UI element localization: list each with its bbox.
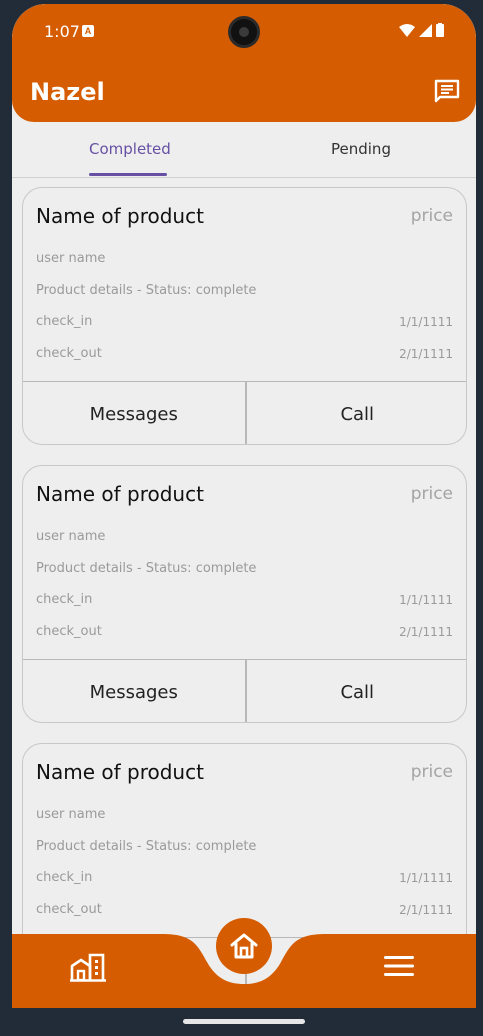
check-out-label: check_out bbox=[36, 346, 102, 361]
chat-icon[interactable] bbox=[434, 79, 460, 103]
check-out-value: 2/1/1111 bbox=[399, 347, 453, 361]
screen: 1:07 A Nazel Completed Pending Name of p… bbox=[12, 4, 476, 1008]
front-camera bbox=[228, 16, 260, 48]
menu-icon[interactable] bbox=[384, 954, 414, 978]
signal-icon bbox=[419, 23, 432, 37]
check-in-label: check_in bbox=[36, 870, 93, 885]
app-bar: 1:07 A Nazel bbox=[12, 4, 476, 122]
device-frame: 1:07 A Nazel Completed Pending Name of p… bbox=[0, 0, 483, 1036]
product-details: Product details - Status: complete bbox=[36, 283, 257, 298]
gesture-home-bar[interactable] bbox=[183, 1019, 305, 1024]
call-button[interactable]: Call bbox=[244, 660, 467, 722]
call-button[interactable]: Call bbox=[244, 382, 467, 444]
check-in-label: check_in bbox=[36, 314, 93, 329]
user-name: user name bbox=[36, 807, 106, 822]
check-in-value: 1/1/1111 bbox=[399, 593, 453, 607]
product-price: price bbox=[410, 762, 453, 782]
product-details: Product details - Status: complete bbox=[36, 561, 257, 576]
tab-bar: Completed Pending bbox=[12, 128, 476, 178]
booking-card: Name of product price user name Product … bbox=[22, 465, 467, 723]
notification-icon: A bbox=[82, 25, 94, 37]
messages-button[interactable]: Messages bbox=[23, 382, 245, 444]
check-in-label: check_in bbox=[36, 592, 93, 607]
check-out-label: check_out bbox=[36, 902, 102, 917]
product-price: price bbox=[410, 206, 453, 226]
app-title: Nazel bbox=[30, 78, 105, 106]
check-out-value: 2/1/1111 bbox=[399, 903, 453, 917]
product-name: Name of product bbox=[36, 204, 204, 228]
product-name: Name of product bbox=[36, 760, 204, 784]
status-icons bbox=[399, 23, 444, 37]
check-out-value: 2/1/1111 bbox=[399, 625, 453, 639]
booking-card: Name of product price user name Product … bbox=[22, 187, 467, 445]
product-price: price bbox=[410, 484, 453, 504]
user-name: user name bbox=[36, 251, 106, 266]
bottom-nav bbox=[12, 918, 476, 1008]
home-icon bbox=[230, 933, 258, 959]
messages-button[interactable]: Messages bbox=[23, 660, 245, 722]
battery-icon bbox=[436, 23, 444, 37]
product-name: Name of product bbox=[36, 482, 204, 506]
card-actions: Messages Call bbox=[23, 381, 467, 444]
check-in-value: 1/1/1111 bbox=[399, 871, 453, 885]
tab-indicator bbox=[89, 173, 167, 176]
buildings-icon[interactable] bbox=[70, 952, 106, 982]
tab-completed[interactable]: Completed bbox=[89, 140, 171, 158]
tab-pending[interactable]: Pending bbox=[331, 140, 391, 158]
check-out-label: check_out bbox=[36, 624, 102, 639]
home-button[interactable] bbox=[216, 918, 272, 974]
card-actions: Messages Call bbox=[23, 659, 467, 722]
product-details: Product details - Status: complete bbox=[36, 839, 257, 854]
wifi-icon bbox=[399, 23, 415, 37]
status-time: 1:07 bbox=[44, 22, 80, 41]
user-name: user name bbox=[36, 529, 106, 544]
check-in-value: 1/1/1111 bbox=[399, 315, 453, 329]
